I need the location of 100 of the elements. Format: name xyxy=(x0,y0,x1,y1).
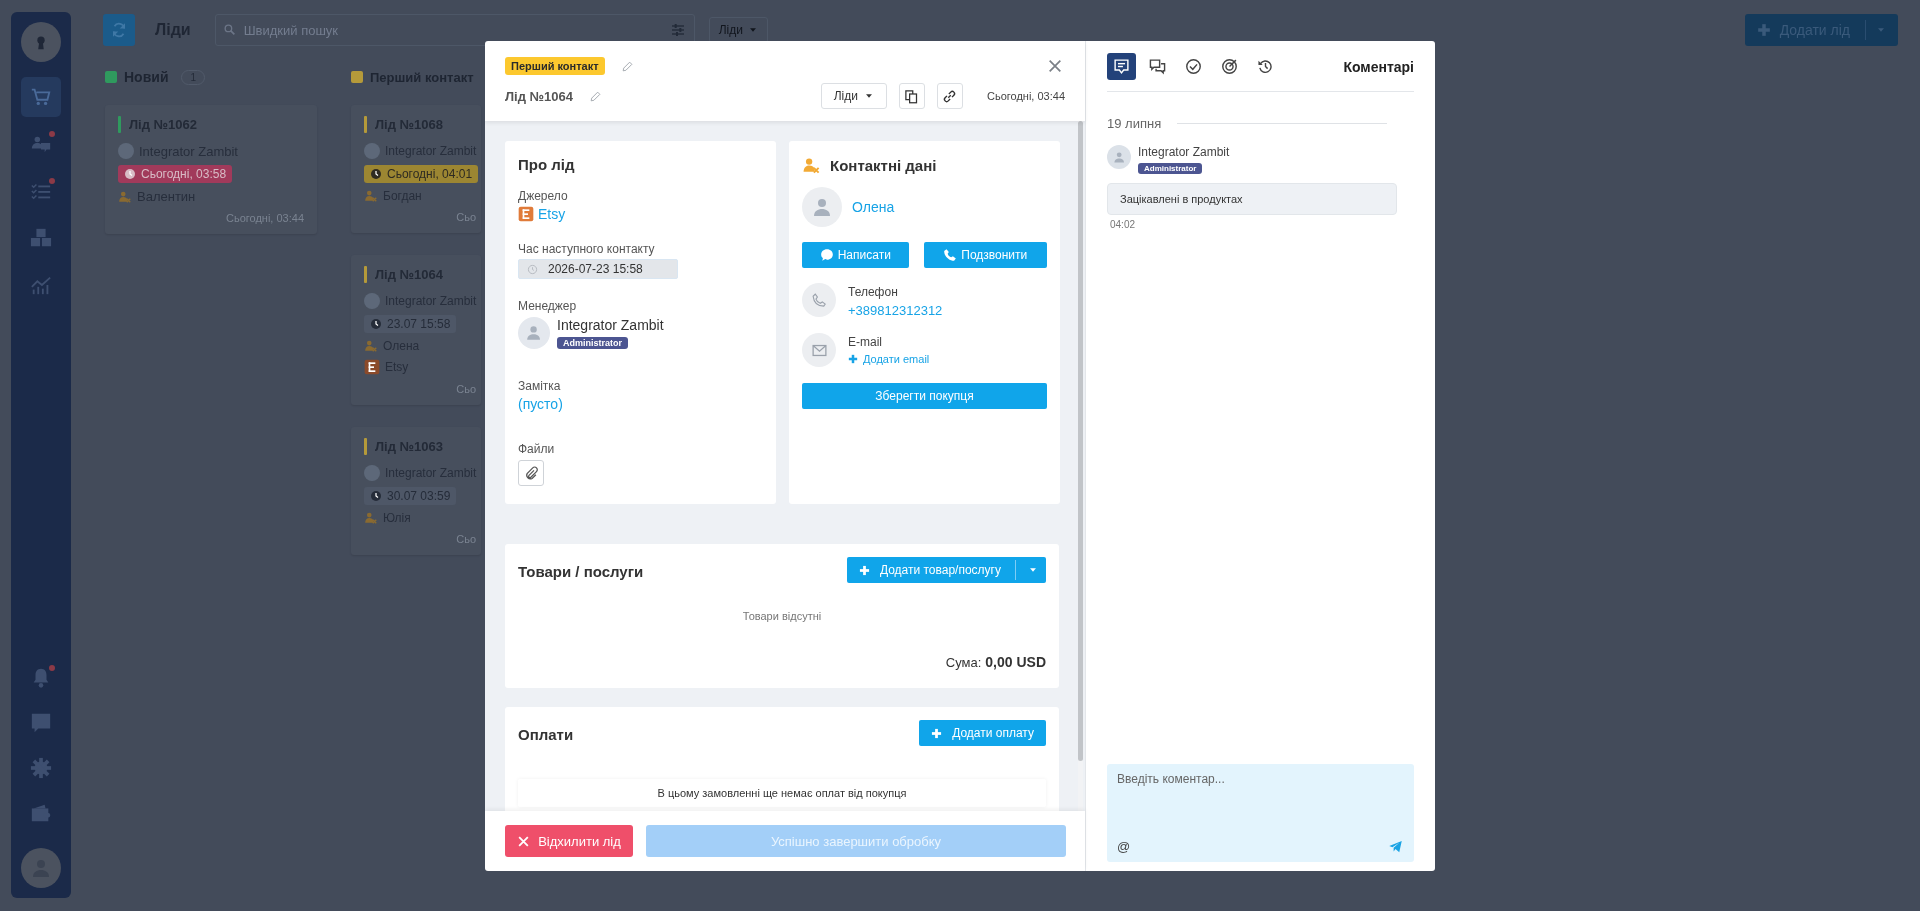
empty-message: В цьому замовленні ще немає оплат від покупця xyxy=(518,779,1046,807)
source-icon xyxy=(364,359,380,375)
send-icon xyxy=(1388,838,1403,854)
plus-icon xyxy=(931,727,943,739)
due-time: Сьогодні, 03:58 xyxy=(141,167,227,181)
role-badge: Administrator xyxy=(1138,163,1203,174)
comment-text: Зацікавлені в продуктах xyxy=(1107,183,1397,215)
field-label: Час наступного контакту xyxy=(518,242,656,256)
sliders-icon xyxy=(669,22,686,38)
sidebar-item[interactable] xyxy=(21,77,61,117)
scrollbar[interactable] xyxy=(1078,121,1083,811)
chat-bubbles-icon xyxy=(1149,58,1166,75)
wallet-icon xyxy=(30,802,52,824)
phone-icon xyxy=(943,248,958,262)
copy-button[interactable] xyxy=(899,83,925,109)
source-icon xyxy=(518,206,534,222)
color-bar xyxy=(364,266,367,283)
logo[interactable] xyxy=(21,22,61,62)
empty-message: Товари відсутні xyxy=(741,610,823,622)
plus-icon xyxy=(858,564,870,576)
due-time: Сьогодні, 04:01 xyxy=(387,167,473,181)
comment-input[interactable]: Введіть коментар... @ xyxy=(1107,764,1414,862)
color-bar xyxy=(364,116,367,133)
history-icon xyxy=(1257,58,1274,75)
mention-button[interactable]: @ xyxy=(1117,838,1131,854)
pencil-icon xyxy=(589,89,602,103)
clock-icon xyxy=(370,490,382,502)
link-icon xyxy=(942,88,958,104)
avatar xyxy=(364,143,380,159)
date-field[interactable]: 2026-07-23 15:58 xyxy=(518,259,678,279)
add-product-button[interactable]: Додати товар/послугу xyxy=(846,557,1046,583)
close-icon xyxy=(517,834,531,848)
comment-time: 04:02 xyxy=(1110,219,1137,230)
total-value: 0,00 USD xyxy=(985,654,1046,670)
pipeline-dropdown[interactable]: Ліди xyxy=(820,83,887,109)
panel-tab[interactable] xyxy=(1107,53,1136,80)
call-button[interactable]: Подзвонити xyxy=(923,242,1047,268)
avatar xyxy=(118,143,134,159)
person-x-icon xyxy=(802,156,821,175)
pencil-icon xyxy=(620,59,634,73)
add-email-link[interactable]: Додати email xyxy=(848,353,930,365)
speech-bubble-icon xyxy=(819,248,834,262)
lead-title: Лід №1064 xyxy=(505,88,573,104)
person-x-icon xyxy=(364,511,378,525)
copy-icon xyxy=(904,88,920,104)
clock-icon xyxy=(370,168,382,180)
color-bar xyxy=(118,116,121,133)
send-button[interactable] xyxy=(1388,838,1404,854)
field-label: Джерело xyxy=(518,189,569,203)
refresh-button[interactable] xyxy=(103,14,135,46)
avatar xyxy=(364,465,380,481)
clock-icon xyxy=(370,318,382,330)
section-title: Контактні дані xyxy=(830,157,937,174)
clock-icon xyxy=(124,168,136,180)
refresh-icon xyxy=(110,21,128,39)
write-button[interactable]: Написати xyxy=(802,242,909,268)
add-payment-button[interactable]: Додати оплату xyxy=(919,720,1046,746)
role-badge: Administrator xyxy=(557,337,628,349)
clock-icon xyxy=(527,263,538,275)
field-label: Менеджер xyxy=(518,299,578,313)
section-title: Оплати xyxy=(518,726,574,743)
field-label: Замітка xyxy=(518,379,562,393)
person-x-icon xyxy=(118,189,132,204)
check-circle-icon xyxy=(1185,58,1202,75)
reject-button[interactable]: Відхилити лід xyxy=(505,825,633,857)
comment-icon xyxy=(1113,58,1130,75)
contact-name-link[interactable]: Олена xyxy=(852,199,895,215)
chart-icon xyxy=(30,274,52,296)
user-avatar[interactable] xyxy=(21,848,61,888)
stage-badge: Перший контакт xyxy=(505,57,605,75)
target-icon xyxy=(1221,58,1238,75)
phone-link[interactable]: +389812312312 xyxy=(848,303,943,318)
note-link[interactable]: (пусто) xyxy=(518,396,563,412)
field-label: Файли xyxy=(518,442,556,456)
date-heading: 19 липня xyxy=(1107,116,1162,131)
attach-button[interactable] xyxy=(518,460,544,486)
author-name: Integrator Zambit xyxy=(1138,145,1230,159)
total-label: Сума: xyxy=(945,655,982,670)
view-dropdown[interactable]: Ліди xyxy=(708,17,768,43)
save-customer-button[interactable]: Зберегти покупця xyxy=(802,383,1047,409)
boxes-icon xyxy=(30,227,52,249)
avatar xyxy=(364,293,380,309)
link-button[interactable] xyxy=(937,83,963,109)
person-x-icon xyxy=(364,339,378,353)
section-title: Про лід xyxy=(518,156,576,173)
field-label: E-mail xyxy=(848,335,883,349)
close-icon xyxy=(1047,58,1063,74)
section-title: Товари / послуги xyxy=(518,563,644,580)
lead-date: Сьогодні, 03:44 xyxy=(987,90,1065,102)
search-icon xyxy=(222,23,236,36)
source-link[interactable]: Etsy xyxy=(538,206,566,222)
person-x-icon xyxy=(364,189,378,203)
field-label: Телефон xyxy=(848,285,899,299)
color-bar xyxy=(364,438,367,455)
panel-title: Коментарі xyxy=(1343,58,1414,75)
plus-icon xyxy=(1756,23,1771,37)
plus-icon xyxy=(848,354,858,364)
phone-icon xyxy=(810,291,828,309)
cart-icon xyxy=(30,86,52,108)
paperclip-icon xyxy=(523,465,539,481)
